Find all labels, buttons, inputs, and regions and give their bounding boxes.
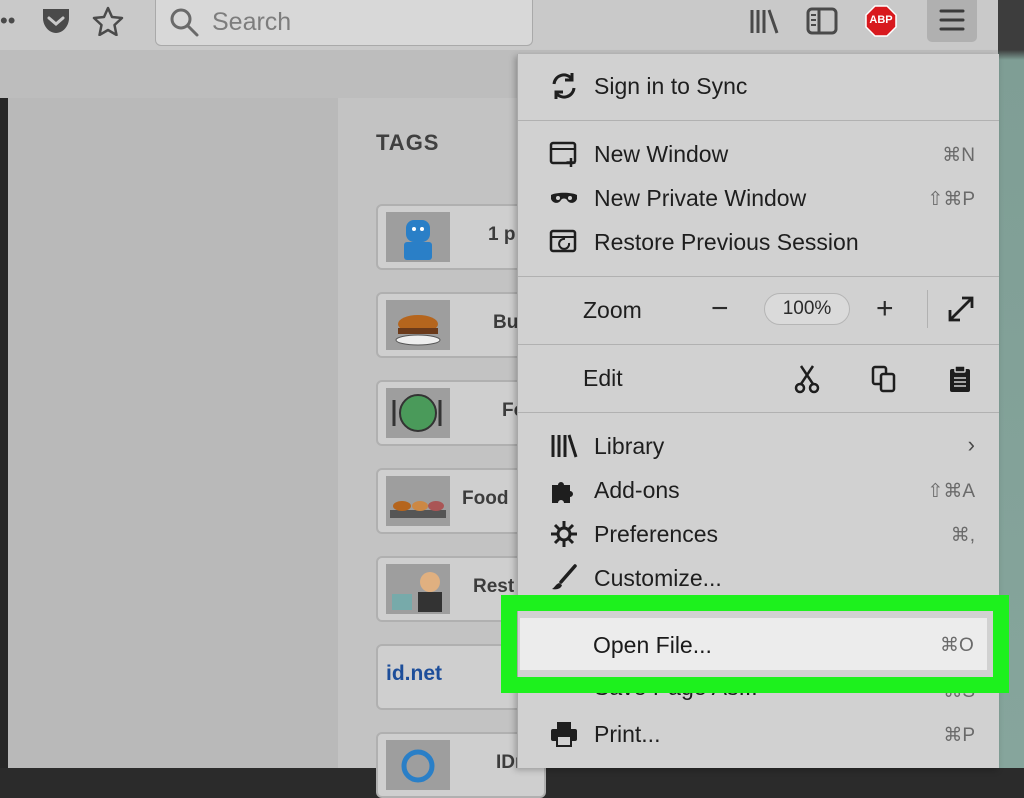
zoom-label: Zoom xyxy=(583,297,642,323)
shortcut-label: ⌘, xyxy=(950,525,975,546)
hamburger-icon xyxy=(939,9,965,31)
menu-item-addons[interactable]: Add-ons ⇧⌘A xyxy=(518,468,999,512)
star-icon[interactable] xyxy=(92,6,124,41)
puzzle-icon xyxy=(548,476,580,504)
shortcut-label: ⇧⌘P xyxy=(927,189,975,210)
menu-separator xyxy=(518,120,999,121)
copy-icon[interactable] xyxy=(870,364,898,399)
menu-item-library[interactable]: Library › xyxy=(518,424,999,468)
tags-heading: TAGS xyxy=(376,130,440,155)
menu-item-print[interactable]: Print... ⌘P xyxy=(518,712,999,756)
menu-item-customize[interactable]: Customize... xyxy=(518,556,999,600)
overflow-icon[interactable]: •• xyxy=(0,8,15,34)
page-content xyxy=(8,98,338,768)
zoom-in-button[interactable]: + xyxy=(876,294,894,324)
menu-separator xyxy=(518,412,999,413)
printer-icon xyxy=(548,720,580,748)
menu-item-label: Restore Previous Session xyxy=(594,229,859,255)
menu-item-label: Print... xyxy=(594,721,661,747)
zoom-reset-button[interactable]: 100% xyxy=(764,293,850,325)
search-placeholder: Search xyxy=(212,8,292,36)
paintbrush-icon xyxy=(548,564,580,592)
gear-icon xyxy=(548,520,580,548)
mask-icon xyxy=(548,184,580,212)
sync-icon xyxy=(548,72,580,100)
shortcut-label: ⇧⌘A xyxy=(927,481,975,502)
burger-icon xyxy=(386,300,450,350)
refresh-icon xyxy=(386,740,450,790)
restaurant-icon xyxy=(386,564,450,614)
search-icon xyxy=(168,6,200,43)
adblock-label: ABP xyxy=(869,14,893,26)
tag-label: 1 p xyxy=(488,224,516,245)
library-icon xyxy=(548,432,580,460)
menu-item-new-window[interactable]: New Window ⌘N xyxy=(518,132,999,176)
tag-label: Bu xyxy=(493,312,519,333)
menu-separator xyxy=(518,344,999,345)
shortcut-label: ⌘P xyxy=(943,725,975,746)
zoom-out-button[interactable]: − xyxy=(711,294,729,324)
shortcut-label: ⌘N xyxy=(942,145,975,166)
paste-icon[interactable] xyxy=(946,364,974,399)
edit-label: Edit xyxy=(583,365,623,391)
new-window-icon xyxy=(548,140,580,168)
restore-icon xyxy=(548,228,580,256)
chevron-right-icon: › xyxy=(967,432,975,457)
sidebar-icon[interactable] xyxy=(806,7,838,40)
menu-separator xyxy=(518,276,999,277)
menu-item-label: Customize... xyxy=(594,565,722,591)
menu-item-label: Add-ons xyxy=(594,477,680,503)
highlight-box xyxy=(501,595,1009,693)
menu-item-label: Preferences xyxy=(594,521,719,547)
menu-item-label: New Private Window xyxy=(594,185,807,211)
plate-icon xyxy=(386,388,450,438)
fullscreen-icon[interactable] xyxy=(946,294,976,329)
tag-label: id.net xyxy=(386,662,442,685)
menu-item-label: Sign in to Sync xyxy=(594,73,748,99)
pocket-icon[interactable] xyxy=(40,6,72,41)
cut-icon[interactable] xyxy=(793,364,821,399)
open-menu-button[interactable] xyxy=(927,0,977,42)
tag-label: Food xyxy=(462,488,509,509)
adblock-button[interactable]: ABP xyxy=(865,5,897,37)
menu-item-preferences[interactable]: Preferences ⌘, xyxy=(518,512,999,556)
person-icon xyxy=(386,212,450,262)
library-icon[interactable] xyxy=(749,7,781,40)
menu-item-label: New Window xyxy=(594,141,729,167)
edit-row: Edit xyxy=(518,356,999,400)
menu-item-restore-session[interactable]: Restore Previous Session xyxy=(518,220,999,264)
menu-item-private-window[interactable]: New Private Window ⇧⌘P xyxy=(518,176,999,220)
zoom-divider xyxy=(927,290,928,328)
page-edge xyxy=(0,98,8,768)
menu-item-sign-in[interactable]: Sign in to Sync xyxy=(518,64,999,108)
menu-item-label: Library xyxy=(594,433,665,459)
food-icon xyxy=(386,476,450,526)
